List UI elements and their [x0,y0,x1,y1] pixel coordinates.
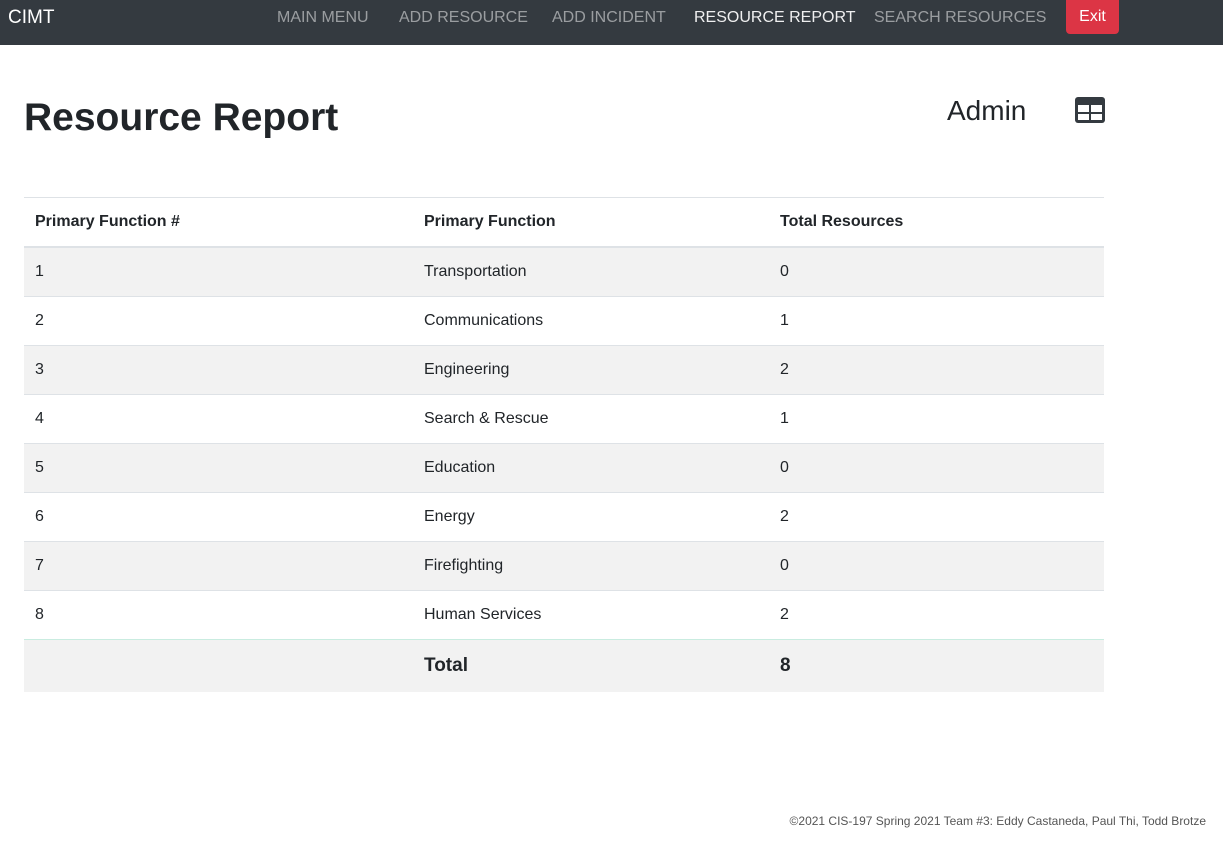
function-name-cell: Education [413,443,769,493]
nav-add-resource[interactable]: ADD RESOURCE [399,8,528,27]
function-name-cell: Engineering [413,345,769,395]
table-row: 7 Firefighting 0 [24,541,1104,591]
total-resources-cell: 1 [769,394,1104,444]
function-number-cell: 3 [24,345,413,395]
nav-main-menu[interactable]: MAIN MENU [277,8,369,27]
function-name-cell: Search & Rescue [413,394,769,444]
table-icon[interactable] [1075,97,1105,123]
brand-logo[interactable]: CIMT [8,7,54,29]
total-resources-cell: 0 [769,541,1104,591]
function-name-cell: Energy [413,492,769,542]
total-row-empty-cell [24,639,413,692]
nav-resource-report[interactable]: RESOURCE REPORT [694,8,856,27]
top-navbar: CIMT MAIN MENU ADD RESOURCE ADD INCIDENT… [0,0,1223,45]
total-resources-cell: 0 [769,246,1104,297]
table-row: 2 Communications 1 [24,296,1104,346]
total-resources-cell: 1 [769,296,1104,346]
function-number-cell: 7 [24,541,413,591]
function-number-cell: 2 [24,296,413,346]
header-total-resources: Total Resources [769,197,1104,248]
function-number-cell: 6 [24,492,413,542]
function-name-cell: Human Services [413,590,769,640]
nav-search-resources[interactable]: SEARCH RESOURCES [874,8,1046,27]
table-row: 6 Energy 2 [24,492,1104,542]
exit-button[interactable]: Exit [1066,0,1119,34]
function-name-cell: Transportation [413,246,769,297]
header-function-name: Primary Function [413,197,769,248]
table-header-row: Primary Function # Primary Function Tota… [24,197,1104,248]
total-resources-cell: 2 [769,345,1104,395]
page-title: Resource Report [24,96,339,139]
total-row: Total 8 [24,639,1104,692]
user-name: Admin [947,95,1027,126]
footer-credits: ©2021 CIS-197 Spring 2021 Team #3: Eddy … [789,814,1206,828]
total-label: Total [413,639,769,692]
total-resources-cell: 0 [769,443,1104,493]
total-value: 8 [769,639,1104,692]
function-number-cell: 4 [24,394,413,444]
table-row: 5 Education 0 [24,443,1104,493]
function-name-cell: Communications [413,296,769,346]
resource-report-table: Primary Function # Primary Function Tota… [24,197,1104,692]
total-resources-cell: 2 [769,590,1104,640]
nav-add-incident[interactable]: ADD INCIDENT [552,8,666,27]
total-resources-cell: 2 [769,492,1104,542]
table-row: 1 Transportation 0 [24,246,1104,297]
table-row: 8 Human Services 2 [24,590,1104,640]
header-function-number: Primary Function # [24,197,413,248]
function-number-cell: 8 [24,590,413,640]
function-number-cell: 5 [24,443,413,493]
table-row: 3 Engineering 2 [24,345,1104,395]
table-row: 4 Search & Rescue 1 [24,394,1104,444]
function-name-cell: Firefighting [413,541,769,591]
function-number-cell: 1 [24,246,413,297]
